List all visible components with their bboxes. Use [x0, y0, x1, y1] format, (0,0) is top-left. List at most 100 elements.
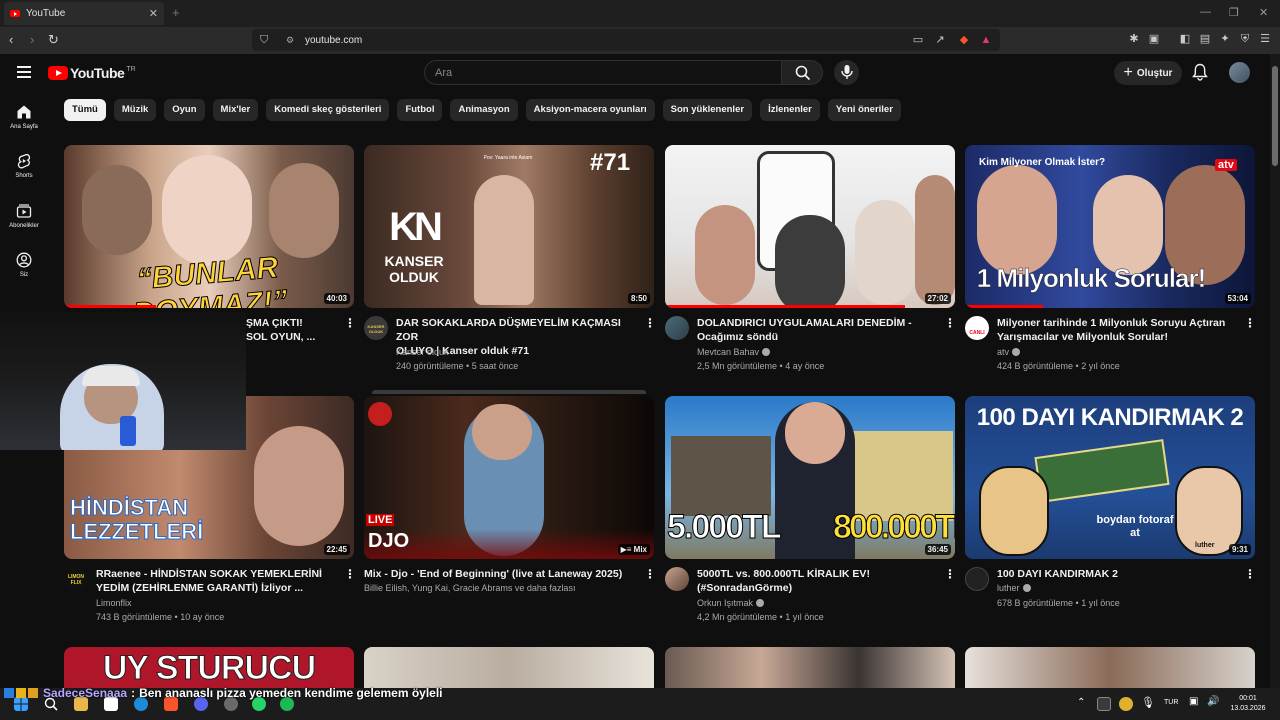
wallet-icon[interactable]: ▤: [1199, 33, 1211, 45]
maximize-icon[interactable]: ❐: [1229, 6, 1239, 19]
tab-search-icon[interactable]: ▣: [1148, 33, 1160, 45]
video-thumbnail[interactable]: Kim Milyoner Olmak İster? atv 1 Milyonlu…: [965, 145, 1255, 308]
page-scrollbar[interactable]: [1270, 54, 1280, 688]
bookmark-icon[interactable]: ⛉: [260, 34, 268, 47]
filter-chip[interactable]: Müzik: [113, 99, 157, 121]
language-indicator[interactable]: TUR: [1164, 699, 1178, 706]
channel-avatar[interactable]: [665, 567, 689, 591]
hamburger-menu-icon[interactable]: [17, 66, 31, 78]
filter-chip[interactable]: Aksiyon-macera oyunları: [525, 99, 655, 121]
filter-chip[interactable]: Yeni öneriler: [827, 99, 901, 121]
video-thumbnail[interactable]: 5.000TL 800.000TL 36:45: [665, 396, 955, 559]
video-title[interactable]: Milyoner tarihinde 1 Milyonluk Soruyu Aç…: [997, 316, 1237, 344]
video-thumbnail[interactable]: 100 DAYI KANDIRMAK 2 boydan fotoraf at l…: [965, 396, 1255, 559]
url-text[interactable]: youtube.com: [305, 35, 362, 46]
channel-name[interactable]: Kanser olduk: [396, 345, 449, 360]
search-button[interactable]: [781, 60, 823, 85]
video-thumbnail[interactable]: [965, 647, 1255, 688]
tray-app-icon[interactable]: [1097, 697, 1111, 711]
video-title[interactable]: Mix - Djo - 'End of Beginning' (live at …: [364, 567, 644, 581]
filter-chip[interactable]: Futbol: [397, 99, 443, 121]
network-icon[interactable]: ▣: [1189, 696, 1198, 707]
channel-row[interactable]: Orkun Işıtmak: [697, 596, 765, 611]
video-thumbnail[interactable]: [665, 647, 955, 688]
tray-app2-icon[interactable]: [1119, 697, 1133, 711]
video-title[interactable]: RRaenee - HİNDİSTAN SOKAK YEMEKLERİNİ YE…: [96, 567, 336, 595]
sidebar-toggle-icon[interactable]: ◧: [1179, 33, 1191, 45]
voice-search-button[interactable]: [834, 60, 859, 85]
new-tab-button[interactable]: +: [172, 5, 180, 20]
channel-avatar[interactable]: CANLI: [965, 316, 989, 340]
tab-close-icon[interactable]: ✕: [149, 7, 158, 20]
reload-icon[interactable]: ↻: [48, 32, 59, 48]
user-avatar[interactable]: [1229, 62, 1250, 83]
notifications-bell-icon[interactable]: [1192, 63, 1208, 81]
tray-chevron-up-icon[interactable]: ⌃: [1077, 697, 1085, 708]
video-thumbnail[interactable]: 27:02: [665, 145, 955, 308]
vpn-icon[interactable]: ⛨: [1239, 33, 1251, 45]
channel-name[interactable]: Limonflix: [96, 596, 132, 611]
browser-tab-youtube[interactable]: YouTube ✕: [4, 2, 164, 25]
screen-cast-icon[interactable]: ▭: [912, 34, 924, 46]
leo-ai-icon[interactable]: ✦: [1219, 33, 1231, 45]
filter-chip[interactable]: İzlenenler: [760, 99, 820, 121]
channel-avatar[interactable]: [665, 316, 689, 340]
more-options-icon[interactable]: ⋮: [644, 317, 656, 329]
microphone-tray-icon[interactable]: 🎙: [1141, 696, 1155, 709]
site-info-icon[interactable]: ⚙: [286, 35, 294, 46]
menu-icon[interactable]: ☰: [1259, 33, 1271, 45]
channel-avatar[interactable]: KANSER OLDUK: [364, 316, 388, 340]
filter-chip[interactable]: Son yüklenenler: [662, 99, 753, 121]
more-options-icon[interactable]: ⋮: [944, 317, 956, 329]
more-options-icon[interactable]: ⋮: [1244, 317, 1256, 329]
taskbar-clock[interactable]: 00:01 13.03.2026: [1226, 694, 1270, 714]
video-thumbnail[interactable]: “BUNLAR DOYMAZ!” 40:03: [64, 145, 354, 308]
share-icon[interactable]: ↗: [934, 34, 946, 46]
filter-chip[interactable]: Animasyon: [450, 99, 518, 121]
sidebar-item-subscriptions[interactable]: Abonelikler: [0, 203, 48, 229]
sidebar-item-home[interactable]: Ana Sayfa: [0, 104, 48, 130]
channel-avatar[interactable]: LIMON FLIX: [64, 567, 88, 591]
brave-shield-icon[interactable]: ◆: [958, 34, 970, 46]
video-title[interactable]: 5000TL vs. 800.000TL KİRALIK EV! (#Sonra…: [697, 567, 937, 595]
channel-row[interactable]: luther: [997, 581, 1031, 596]
brave-rewards-icon[interactable]: ▲: [980, 34, 992, 46]
more-options-icon[interactable]: ⋮: [1244, 568, 1256, 580]
video-title[interactable]: ŞMA ÇIKTI! SOL OYUN, ...: [246, 316, 346, 344]
channel-row[interactable]: Mevtcan Bahav: [697, 345, 771, 360]
minimize-icon[interactable]: —: [1200, 6, 1211, 18]
more-options-icon[interactable]: ⋮: [344, 568, 356, 580]
channel-row[interactable]: atv: [997, 345, 1021, 360]
video-thumbnail[interactable]: Pov: Yaara inte Asiam #71 KN KANSER OLDU…: [364, 145, 654, 308]
verified-icon: [756, 599, 765, 607]
scrollbar-thumb[interactable]: [1272, 66, 1278, 166]
address-bar[interactable]: ⛉ ⚙ youtube.com ▭ ↗ ◆ ▲: [252, 29, 1000, 51]
window-close-icon[interactable]: ✕: [1259, 6, 1268, 19]
subscriptions-icon: [16, 204, 32, 218]
channel-avatar[interactable]: [965, 567, 989, 591]
filter-chip[interactable]: Oyun: [164, 99, 205, 121]
video-thumbnail[interactable]: [364, 647, 654, 688]
more-options-icon[interactable]: ⋮: [344, 317, 356, 329]
video-thumbnail[interactable]: UY STURUCU: [64, 647, 354, 688]
volume-icon[interactable]: 🔊: [1207, 696, 1219, 707]
forward-icon[interactable]: ›: [30, 32, 34, 47]
video-title[interactable]: 100 DAYI KANDIRMAK 2: [997, 567, 1237, 581]
search-input[interactable]: Ara: [424, 60, 782, 85]
microphone-icon: [841, 65, 853, 79]
video-title[interactable]: DOLANDIRICI UYGULAMALARI DENEDİM - Ocağı…: [697, 316, 937, 344]
back-icon[interactable]: ‹: [9, 32, 13, 47]
filter-chip[interactable]: Komedi skeç gösterileri: [266, 99, 390, 121]
filter-chip[interactable]: Tümü: [64, 99, 106, 121]
video-thumbnail[interactable]: LIVE DJO ▶≡ Mix: [364, 396, 654, 559]
more-options-icon[interactable]: ⋮: [644, 568, 656, 580]
mix-badge: ▶≡ Mix: [617, 544, 650, 555]
create-button[interactable]: + Oluştur: [1114, 61, 1182, 85]
sidebar-item-shorts[interactable]: Shorts: [0, 153, 48, 179]
youtube-logo[interactable]: YouTube TR: [48, 65, 136, 81]
more-options-icon[interactable]: ⋮: [944, 568, 956, 580]
watch-progress-bar: [64, 305, 156, 308]
extensions-icon[interactable]: ✱: [1128, 33, 1140, 45]
filter-chip[interactable]: Mix'ler: [212, 99, 259, 121]
sidebar-item-you[interactable]: Siz: [0, 252, 48, 278]
